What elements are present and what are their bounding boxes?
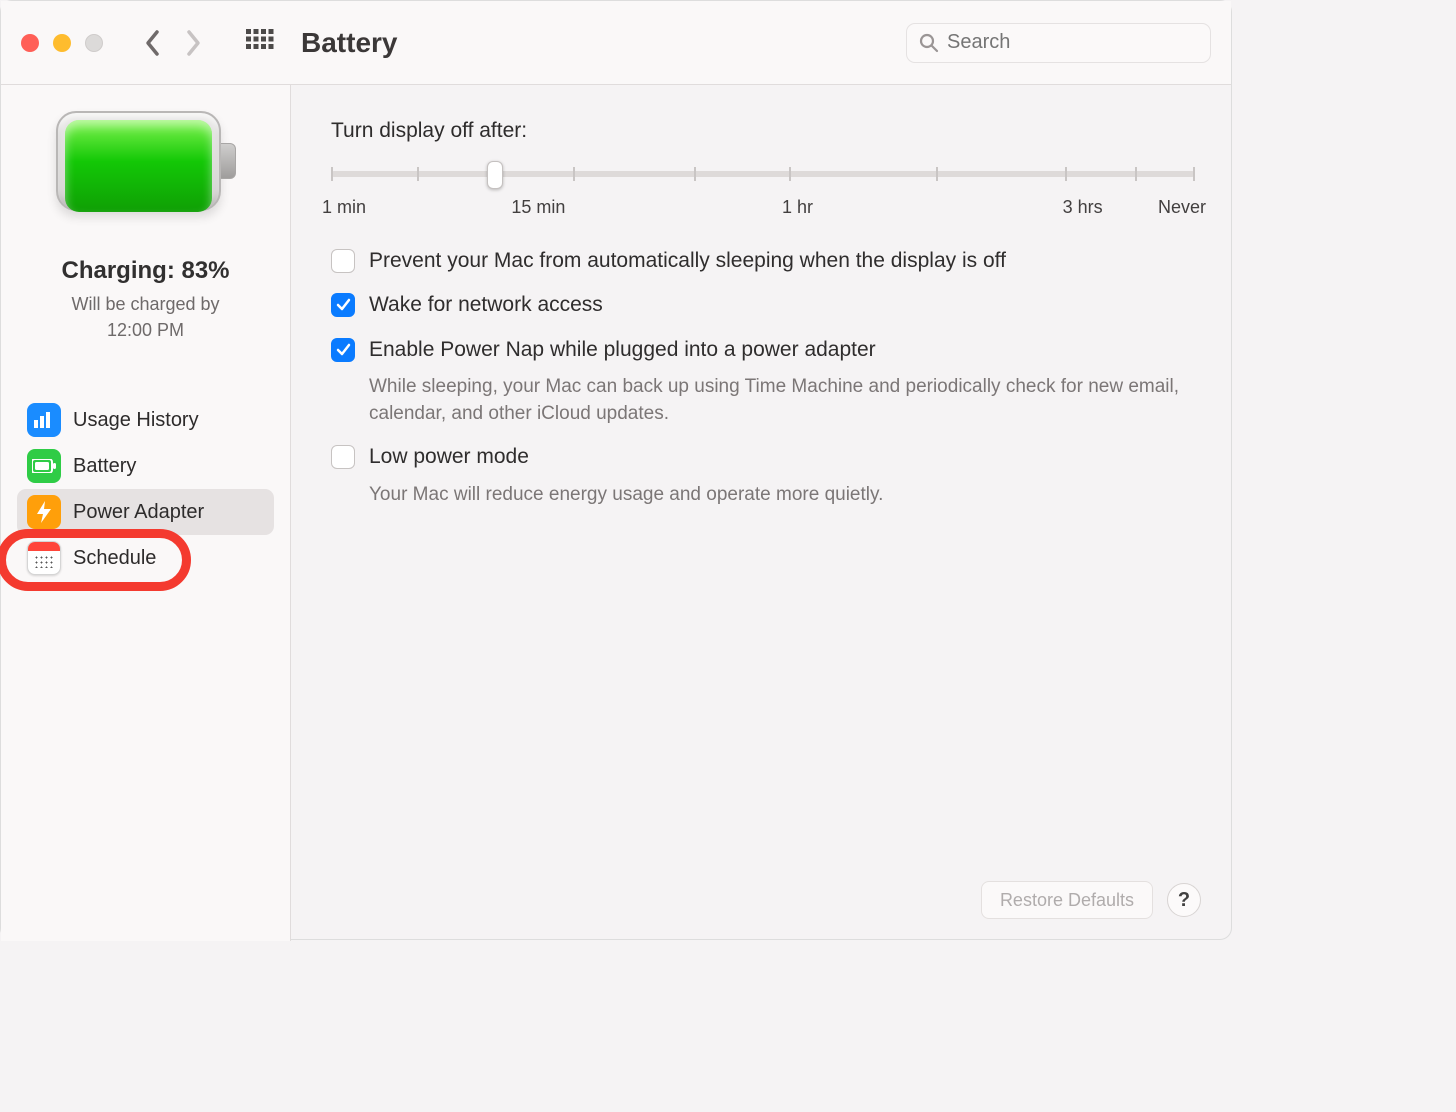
option-desc-low-power: Your Mac will reduce energy usage and op… [331, 482, 1195, 515]
sidebar-item-usage-history[interactable]: Usage History [17, 397, 274, 443]
main-panel: Turn display off after: 1 min 15 min 1 h… [291, 85, 1231, 941]
footer: Restore Defaults ? [981, 881, 1201, 919]
slider-tick [1135, 167, 1137, 181]
forward-button[interactable] [173, 23, 213, 63]
slider-tick-label: 15 min [511, 197, 565, 218]
checkbox-wake-network[interactable] [331, 293, 355, 317]
slider-tick [417, 167, 419, 181]
restore-defaults-button[interactable]: Restore Defaults [981, 881, 1153, 919]
close-window-button[interactable] [21, 34, 39, 52]
charging-substatus-line2: 12:00 PM [107, 320, 184, 340]
sidebar-nav: Usage History Battery Power Adapter Sche… [1, 397, 290, 581]
options-list: Prevent your Mac from automatically slee… [331, 237, 1195, 514]
battery-small-icon [27, 449, 61, 483]
battery-icon [56, 111, 236, 221]
sidebar-item-label: Power Adapter [73, 501, 204, 524]
window-controls [21, 34, 103, 52]
slider-tick [694, 167, 696, 181]
option-low-power: Low power mode [331, 433, 1195, 477]
charging-status: Charging: 83% [61, 257, 229, 285]
option-label: Prevent your Mac from automatically slee… [369, 247, 1006, 275]
grid-icon [246, 29, 274, 57]
search-field[interactable] [906, 23, 1211, 63]
sidebar-item-label: Battery [73, 455, 136, 478]
sidebar: Charging: 83% Will be charged by 12:00 P… [1, 85, 291, 941]
slider-tick [789, 167, 791, 181]
display-off-slider[interactable]: 1 min 15 min 1 hr 3 hrs Never [331, 157, 1195, 217]
back-button[interactable] [133, 23, 173, 63]
slider-tick [573, 167, 575, 181]
slider-tick [331, 167, 333, 181]
slider-thumb[interactable] [487, 161, 503, 189]
content: Charging: 83% Will be charged by 12:00 P… [1, 85, 1231, 941]
search-icon [919, 33, 939, 53]
zoom-window-button[interactable] [85, 34, 103, 52]
slider-tick [1065, 167, 1067, 181]
option-wake-network: Wake for network access [331, 281, 1195, 325]
option-label: Wake for network access [369, 291, 603, 319]
option-desc-power-nap: While sleeping, your Mac can back up usi… [331, 374, 1195, 433]
chevron-right-icon [184, 29, 202, 57]
sidebar-item-label: Usage History [73, 409, 199, 432]
bolt-icon [27, 495, 61, 529]
slider-tick [936, 167, 938, 181]
checkbox-power-nap[interactable] [331, 338, 355, 362]
usage-history-icon [27, 403, 61, 437]
charging-substatus: Will be charged by 12:00 PM [71, 291, 219, 343]
slider-tick-label: 1 min [322, 197, 366, 218]
window-title: Battery [301, 27, 397, 59]
option-label: Enable Power Nap while plugged into a po… [369, 336, 876, 364]
slider-tick [1193, 167, 1195, 181]
search-input[interactable] [947, 31, 1198, 54]
slider-tick-label: 3 hrs [1063, 197, 1103, 218]
option-prevent-sleep: Prevent your Mac from automatically slee… [331, 237, 1195, 281]
minimize-window-button[interactable] [53, 34, 71, 52]
checkbox-prevent-sleep[interactable] [331, 249, 355, 273]
display-off-label: Turn display off after: [331, 119, 1195, 143]
option-label: Low power mode [369, 443, 529, 471]
option-power-nap: Enable Power Nap while plugged into a po… [331, 326, 1195, 370]
checkbox-low-power[interactable] [331, 445, 355, 469]
slider-tick-label: 1 hr [782, 197, 813, 218]
show-all-button[interactable] [239, 22, 281, 64]
charging-substatus-line1: Will be charged by [71, 294, 219, 314]
toolbar: Battery [1, 1, 1231, 85]
annotation-highlight [0, 529, 191, 591]
help-button[interactable]: ? [1167, 883, 1201, 917]
chevron-left-icon [144, 29, 162, 57]
slider-tick-label: Never [1158, 197, 1206, 218]
sidebar-item-battery[interactable]: Battery [17, 443, 274, 489]
